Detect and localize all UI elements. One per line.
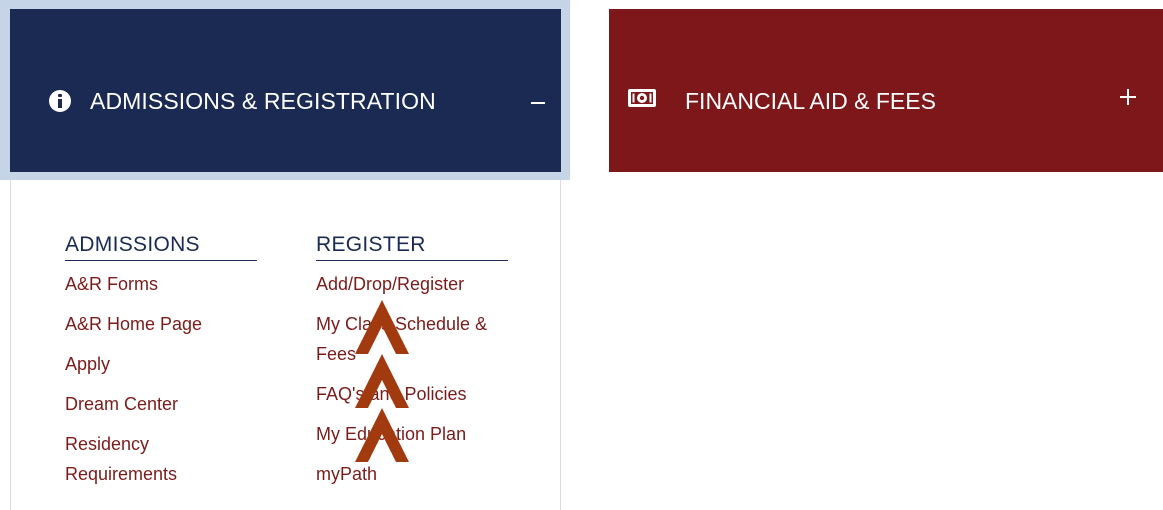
link-my-class-schedule-fees[interactable]: My Class Schedule & Fees [316, 309, 506, 369]
admissions-heading: ADMISSIONS [65, 233, 257, 261]
link-residency-requirements[interactable]: Residency Requirements [65, 429, 205, 489]
link-dream-center[interactable]: Dream Center [65, 389, 257, 419]
link-faqs-policies[interactable]: FAQ's and Policies [316, 379, 508, 409]
register-links: Add/Drop/Register My Class Schedule & Fe… [316, 269, 508, 489]
admissions-registration-title: ADMISSIONS & REGISTRATION [90, 88, 436, 114]
link-add-drop-register[interactable]: Add/Drop/Register [316, 269, 508, 299]
admissions-registration-header[interactable]: ADMISSIONS & REGISTRATION [0, 0, 570, 180]
financial-aid-fees-panel[interactable]: FINANCIAL AID & FEES [609, 9, 1163, 172]
link-ar-home-page[interactable]: A&R Home Page [65, 309, 257, 339]
link-apply[interactable]: Apply [65, 349, 257, 379]
money-icon [628, 89, 656, 107]
financial-aid-fees-title: FINANCIAL AID & FEES [685, 88, 936, 114]
link-mypath[interactable]: myPath [316, 459, 508, 489]
admissions-registration-header-bar[interactable]: ADMISSIONS & REGISTRATION [10, 9, 561, 172]
expand-plus-icon[interactable] [1120, 89, 1136, 105]
link-my-education-plan[interactable]: My Education Plan [316, 419, 508, 449]
admissions-column: ADMISSIONS A&R Forms A&R Home Page Apply… [65, 233, 257, 489]
info-icon [49, 90, 71, 112]
register-column: REGISTER Add/Drop/Register My Class Sche… [316, 233, 508, 489]
register-heading: REGISTER [316, 233, 508, 261]
admissions-links: A&R Forms A&R Home Page Apply Dream Cent… [65, 269, 257, 489]
collapse-minus-icon[interactable] [531, 102, 545, 104]
link-ar-forms[interactable]: A&R Forms [65, 269, 257, 299]
